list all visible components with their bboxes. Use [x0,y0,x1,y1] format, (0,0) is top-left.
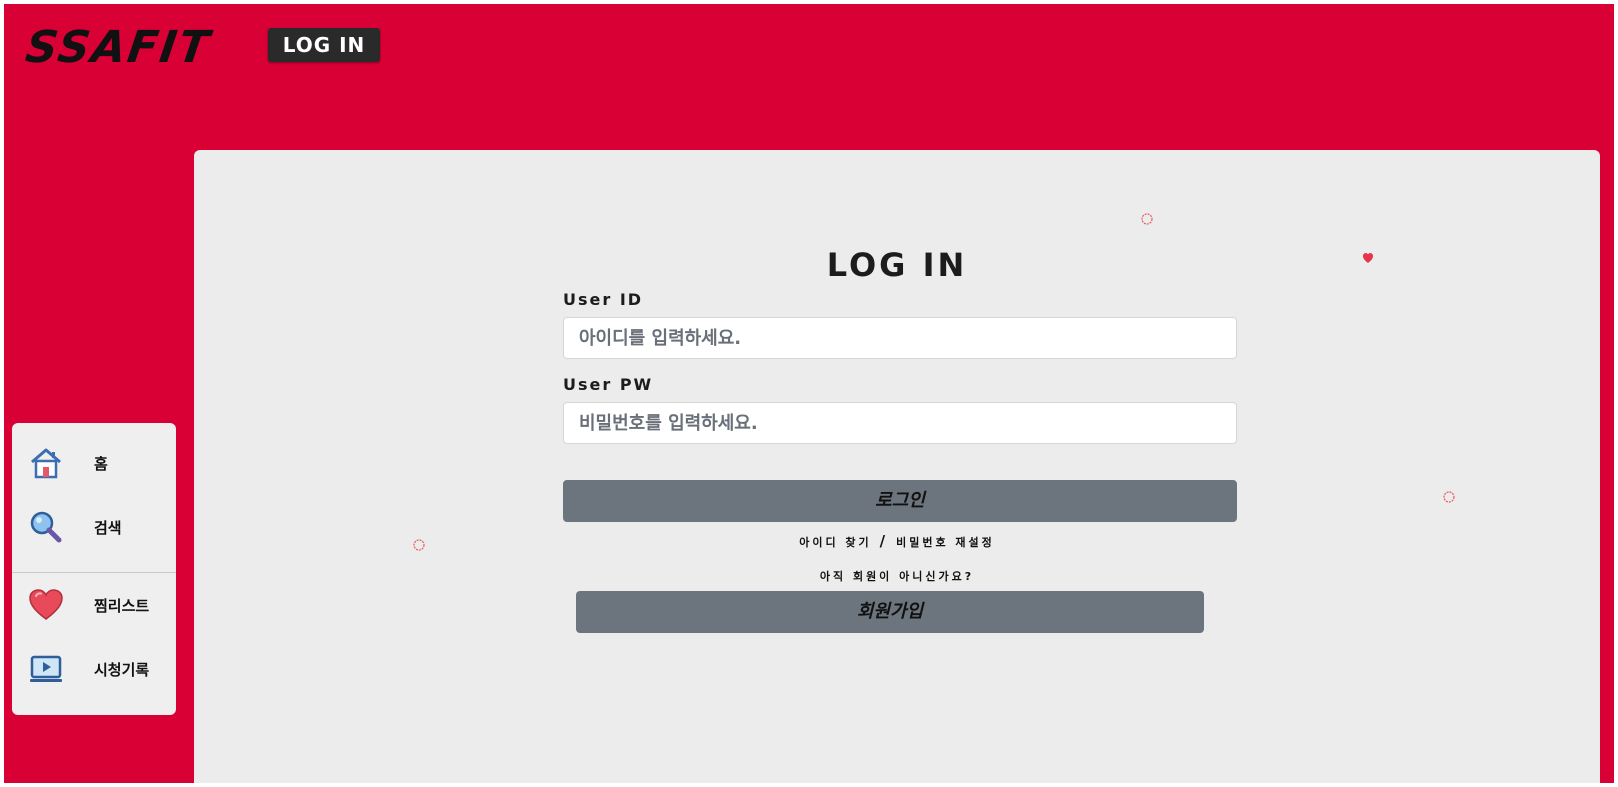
login-button[interactable]: 로그인 [563,480,1237,522]
user-pw-input[interactable] [563,402,1237,444]
search-icon [30,511,62,543]
sidebar-item-home[interactable]: 홈 [12,439,176,487]
find-id-link[interactable]: 아이디 찾기 [799,536,871,549]
ssafit-logo[interactable]: SSAFIT [22,22,214,74]
sparkle-icon [1443,491,1455,503]
sidebar-item-label: 시청기록 [94,661,150,679]
main-panel: LOG IN User ID User PW 로그인 아이디 찾기 / 비밀번호 재… [194,150,1600,783]
sidebar-item-search[interactable]: 검색 [12,503,176,551]
app-window: SSAFIT LOG IN 홈 검색 찜리스트 시청기록 LOG IN User… [4,4,1614,783]
page-title-badge: LOG IN [268,28,380,62]
sidebar-nav: 홈 검색 찜리스트 시청기록 [12,423,176,715]
home-icon [31,448,61,479]
sidebar-item-label: 홈 [94,455,108,473]
signup-button[interactable]: 회원가입 [576,591,1204,633]
login-heading: LOG IN [826,246,968,284]
play-video-icon [30,655,62,682]
heart-icon [29,589,63,620]
sidebar-item-label: 검색 [94,519,122,537]
user-id-label: User ID [563,290,644,309]
user-pw-label: User PW [563,375,654,394]
sparkle-icon [1141,213,1153,225]
sidebar-item-wishlist[interactable]: 찜리스트 [12,581,176,629]
user-id-input[interactable] [563,317,1237,359]
reset-password-link[interactable]: 비밀번호 재설정 [896,536,995,549]
sidebar-item-history[interactable]: 시청기록 [12,645,176,693]
sidebar-item-label: 찜리스트 [94,597,150,615]
sidebar-divider [12,572,176,573]
signup-prompt: 아직 회원이 아니신가요? [819,570,975,583]
account-help-links: 아이디 찾기 / 비밀번호 재설정 [194,532,1600,550]
link-separator: / [879,532,889,550]
